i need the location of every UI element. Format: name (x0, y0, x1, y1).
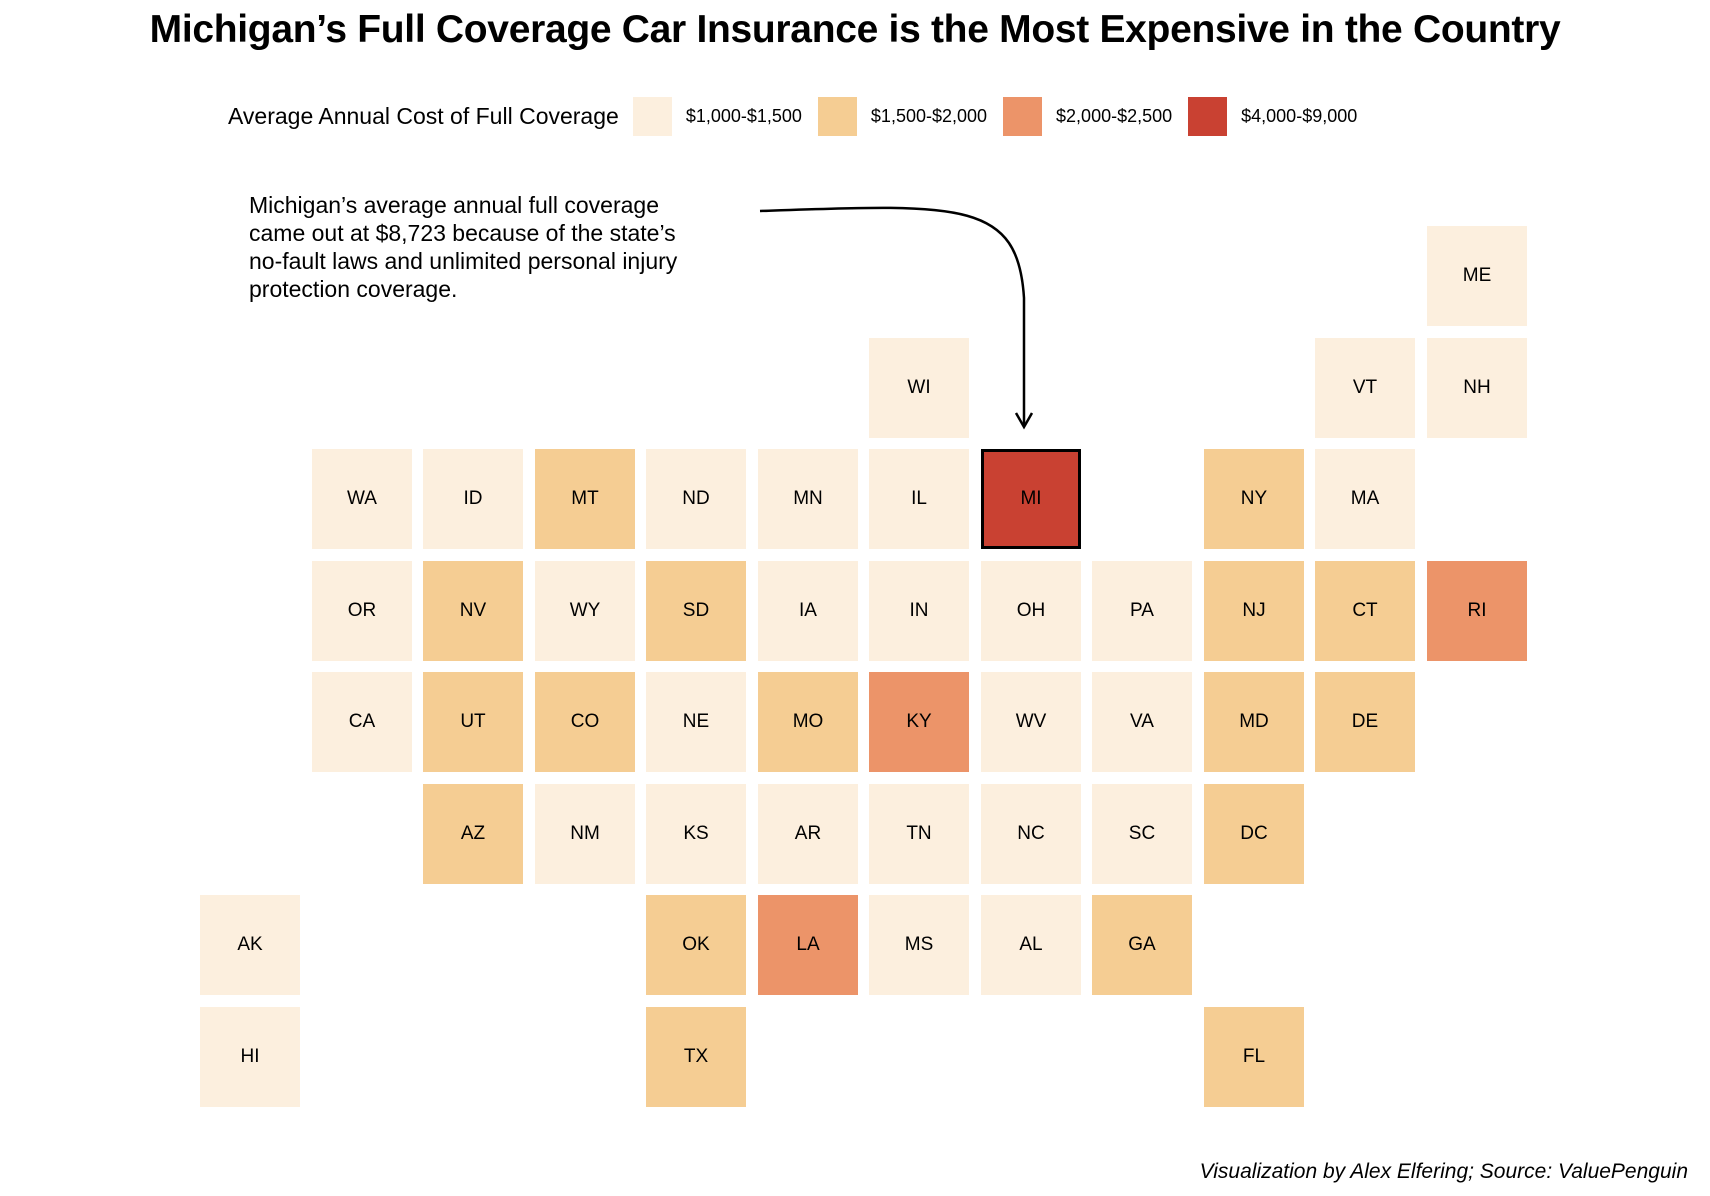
state-tile-dc: DC (1204, 784, 1304, 884)
state-tile-mn: MN (758, 449, 858, 549)
state-tile-wa: WA (312, 449, 412, 549)
state-tile-mi: MI (981, 449, 1081, 549)
state-tile-ct: CT (1315, 561, 1415, 661)
state-tile-mo: MO (758, 672, 858, 772)
state-tile-fl: FL (1204, 1007, 1304, 1107)
state-tile-va: VA (1092, 672, 1192, 772)
state-tile-la: LA (758, 895, 858, 995)
state-tile-wv: WV (981, 672, 1081, 772)
state-tile-nm: NM (535, 784, 635, 884)
state-tile-ne: NE (646, 672, 746, 772)
state-tile-wi: WI (869, 338, 969, 438)
state-tile-ri: RI (1427, 561, 1527, 661)
state-tile-ms: MS (869, 895, 969, 995)
state-tile-ga: GA (1092, 895, 1192, 995)
state-tile-or: OR (312, 561, 412, 661)
state-tile-mt: MT (535, 449, 635, 549)
state-tile-ut: UT (423, 672, 523, 772)
tile-map: ME WI VT NH WA ID MT ND MN IL MI NY MA OR NV WY SD IA IN OH… (0, 0, 1710, 1196)
state-tile-az: AZ (423, 784, 523, 884)
state-tile-nc: NC (981, 784, 1081, 884)
state-tile-ny: NY (1204, 449, 1304, 549)
state-tile-oh: OH (981, 561, 1081, 661)
state-tile-ia: IA (758, 561, 858, 661)
state-tile-tn: TN (869, 784, 969, 884)
state-tile-ak: AK (200, 895, 300, 995)
state-tile-ar: AR (758, 784, 858, 884)
state-tile-ca: CA (312, 672, 412, 772)
state-tile-nd: ND (646, 449, 746, 549)
state-tile-vt: VT (1315, 338, 1415, 438)
state-tile-wy: WY (535, 561, 635, 661)
state-tile-nv: NV (423, 561, 523, 661)
state-tile-md: MD (1204, 672, 1304, 772)
state-tile-me: ME (1427, 226, 1527, 326)
state-tile-tx: TX (646, 1007, 746, 1107)
state-tile-de: DE (1315, 672, 1415, 772)
state-tile-al: AL (981, 895, 1081, 995)
state-tile-ma: MA (1315, 449, 1415, 549)
state-tile-id: ID (423, 449, 523, 549)
state-tile-nh: NH (1427, 338, 1527, 438)
state-tile-pa: PA (1092, 561, 1192, 661)
state-tile-co: CO (535, 672, 635, 772)
state-tile-in: IN (869, 561, 969, 661)
source-credit: Visualization by Alex Elfering; Source: … (1199, 1160, 1688, 1183)
state-tile-sc: SC (1092, 784, 1192, 884)
state-tile-ks: KS (646, 784, 746, 884)
state-tile-sd: SD (646, 561, 746, 661)
state-tile-ky: KY (869, 672, 969, 772)
state-tile-ok: OK (646, 895, 746, 995)
state-tile-il: IL (869, 449, 969, 549)
state-tile-hi: HI (200, 1007, 300, 1107)
state-tile-nj: NJ (1204, 561, 1304, 661)
